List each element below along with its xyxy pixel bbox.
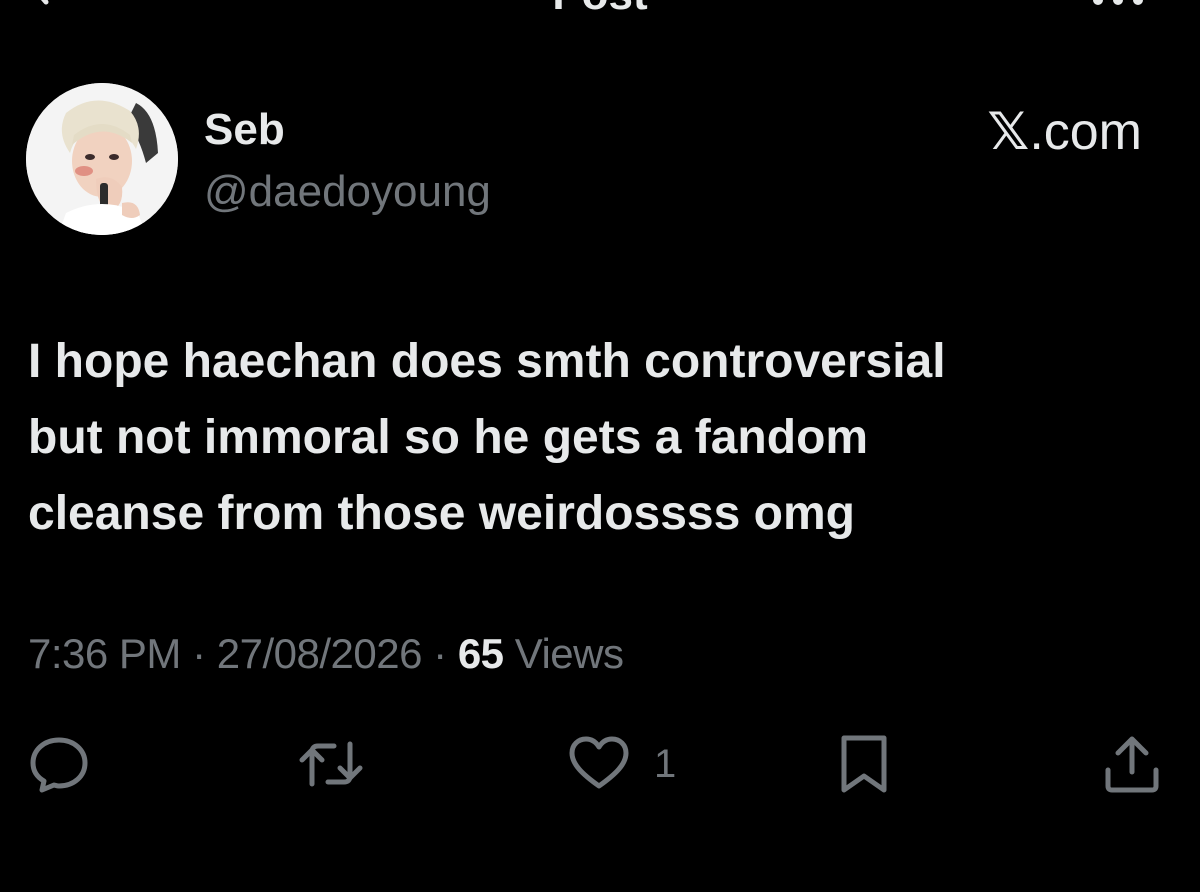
post-date[interactable]: 27/08/2026	[217, 630, 423, 677]
like-button[interactable]	[566, 732, 632, 796]
page-title: Post	[0, 0, 1200, 17]
top-nav-bar: Post	[0, 0, 1200, 20]
reply-button[interactable]	[26, 732, 92, 796]
post-text-line: cleanse from those weirdossss omg	[28, 487, 855, 540]
x-brand-watermark: 𝕏.com	[987, 104, 1142, 160]
views-label: Views	[514, 630, 624, 677]
post-text: I hope haechan does smth controversial b…	[28, 324, 1158, 552]
post-text-line: I hope haechan does smth controversial	[28, 335, 946, 388]
like-count: 1	[654, 742, 677, 786]
brand-domain-text: .com	[1029, 103, 1142, 161]
meta-separator: ·	[433, 630, 447, 677]
reply-icon	[26, 732, 92, 796]
share-icon	[1100, 732, 1164, 796]
meta-separator: ·	[192, 630, 206, 677]
avatar[interactable]	[26, 83, 178, 235]
views-count: 65	[457, 630, 504, 677]
post-text-line: but not immoral so he gets a fandom	[28, 411, 869, 464]
heart-icon	[566, 732, 632, 796]
bookmark-button[interactable]	[834, 732, 894, 796]
repost-icon	[296, 732, 366, 796]
share-button[interactable]	[1100, 732, 1164, 796]
x-logo-icon: 𝕏	[987, 102, 1030, 162]
bookmark-icon	[834, 732, 894, 796]
author-handle[interactable]: @daedoyoung	[204, 166, 491, 218]
author-name[interactable]: Seb	[204, 104, 285, 156]
post-meta: 7:36 PM · 27/08/2026 · 65 Views	[28, 626, 624, 682]
post-time[interactable]: 7:36 PM	[28, 630, 181, 677]
more-options-icon[interactable]	[1090, 0, 1150, 8]
repost-button[interactable]	[296, 732, 366, 796]
